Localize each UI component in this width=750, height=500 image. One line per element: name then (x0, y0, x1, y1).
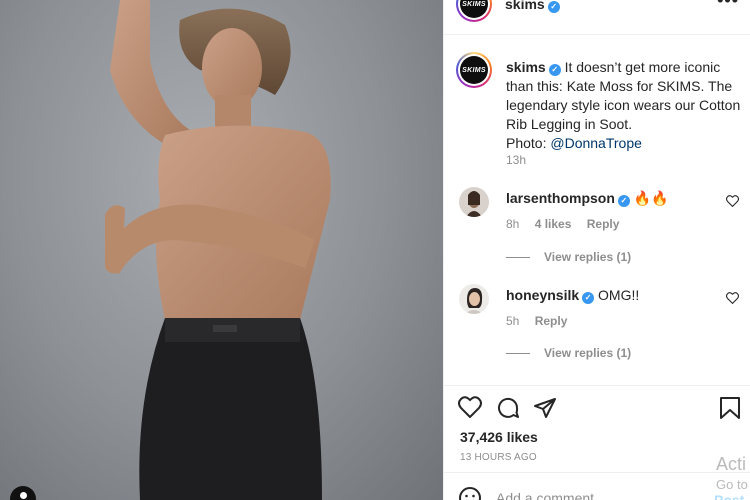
post-photo-illustration (105, 0, 331, 500)
post-header: SKIMS skims ✓ ••• (444, 0, 750, 22)
comment-meta: 8h 4 likes Reply (506, 217, 631, 231)
photo-credit-link[interactable]: @DonnaTrope (550, 135, 642, 151)
bookmark-icon[interactable] (719, 396, 741, 420)
comment-username[interactable]: honeynsilk (506, 287, 579, 303)
likes-count[interactable]: 37,426 likes (460, 429, 538, 445)
post-image[interactable] (0, 0, 443, 500)
caption-avatar-logo-text: SKIMS (460, 56, 488, 84)
caption-text: skims ✓ It doesn’t get more iconic than t… (506, 58, 746, 153)
caption-timestamp[interactable]: 13h (506, 153, 526, 167)
view-replies-button[interactable]: View replies (1) (506, 346, 631, 360)
author-username[interactable]: skims (505, 0, 545, 12)
comment-time[interactable]: 5h (506, 314, 519, 328)
more-horizontal-icon[interactable]: ••• (717, 0, 739, 11)
author-avatar[interactable]: SKIMS (456, 0, 492, 22)
comment-icon[interactable] (496, 396, 520, 420)
avatar-logo-text: SKIMS (460, 0, 488, 18)
commenter-avatar[interactable] (459, 187, 489, 217)
verified-icon: ✓ (548, 64, 561, 76)
comment-line: honeynsilk ✓ OMG!! (506, 287, 639, 304)
reply-button[interactable]: Reply (587, 217, 620, 231)
commenter-avatar[interactable] (459, 284, 489, 314)
action-bar (458, 396, 743, 422)
add-comment-input[interactable] (496, 490, 696, 500)
heart-icon[interactable] (458, 396, 482, 418)
caption-username[interactable]: skims (506, 59, 546, 75)
comment-username[interactable]: larsenthompson (506, 190, 615, 206)
verified-icon: ✓ (582, 292, 595, 304)
post-comment-button[interactable]: Post (714, 492, 744, 500)
reply-button[interactable]: Reply (535, 314, 568, 328)
verified-icon: ✓ (617, 195, 630, 207)
divider (444, 385, 750, 386)
comment-likes[interactable]: 4 likes (535, 217, 572, 231)
comment-line: larsenthompson ✓ 🔥🔥 (506, 190, 669, 207)
author-username-row[interactable]: skims ✓ (505, 0, 560, 13)
divider (444, 472, 750, 473)
post-side-panel: SKIMS skims ✓ ••• SKIMS skims ✓ It doesn’t… (443, 0, 750, 500)
comment-time[interactable]: 8h (506, 217, 519, 231)
comment-meta: 5h Reply (506, 314, 579, 328)
comment-text: OMG!! (594, 287, 640, 303)
view-replies-button[interactable]: View replies (1) (506, 250, 631, 264)
comment-text: 🔥🔥 (629, 190, 669, 206)
post-timestamp[interactable]: 13 HOURS AGO (460, 452, 537, 463)
activate-windows-subtitle: Go to (716, 477, 748, 492)
heart-icon[interactable] (726, 292, 739, 304)
emoji-icon[interactable] (458, 486, 482, 500)
heart-icon[interactable] (726, 195, 739, 207)
caption-avatar[interactable]: SKIMS (456, 52, 492, 88)
verified-icon: ✓ (547, 1, 560, 13)
photo-credit-label: Photo: (506, 135, 551, 151)
share-icon[interactable] (533, 396, 557, 420)
divider (444, 34, 750, 35)
activate-windows-title: Acti (716, 454, 747, 474)
